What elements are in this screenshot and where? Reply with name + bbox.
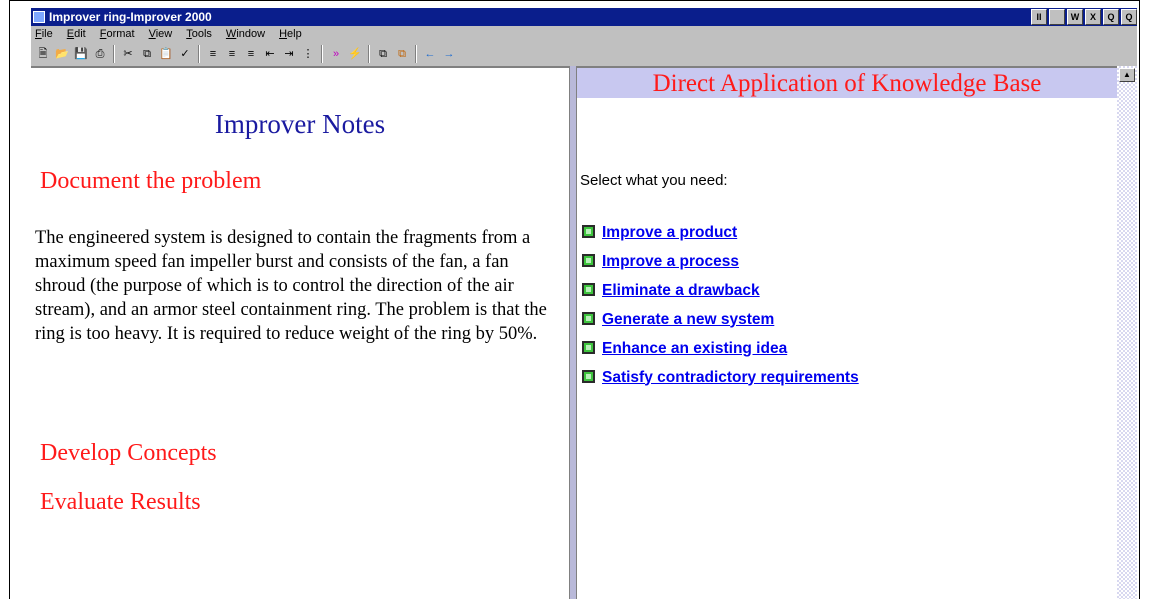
new-document-icon[interactable]: 🗎 [35,46,51,62]
lightning-icon[interactable]: ⚡ [347,46,363,62]
search-icon[interactable]: Q [1103,9,1119,25]
window-a-icon[interactable]: ⧉ [375,46,391,62]
menu-window[interactable]: Window [226,26,265,43]
menu-help[interactable]: Help [279,26,302,43]
word-icon[interactable]: W [1067,9,1083,25]
align-left-icon[interactable]: ≡ [205,46,221,62]
menu-file[interactable]: File [35,26,53,43]
toolbar-separator [198,45,200,63]
list-item: Satisfy contradictory requirements [582,363,859,392]
notes-title: Improver Notes [214,109,386,139]
list-item: Improve a product [582,218,859,247]
menu-edit[interactable]: Edit [67,26,86,43]
green-bullet-icon [582,312,595,325]
copy-icon[interactable]: ⧉ [139,46,155,62]
window-title: Improver ring-Improver 2000 [49,10,212,24]
align-center-icon[interactable]: ≡ [224,46,240,62]
link-eliminate-drawback[interactable]: Eliminate a drawback [602,282,760,300]
next-icon[interactable]: » [328,46,344,62]
section-document-problem: Document the problem [40,168,262,194]
window-b-icon[interactable]: ⧉ [394,46,410,62]
app-window: Improver ring-Improver 2000 II W X Q Q F… [31,8,1137,599]
paste-icon[interactable]: 📋 [158,46,174,62]
green-bullet-icon [582,341,595,354]
taskbar-icon-2[interactable] [1049,9,1065,25]
title-bar: Improver ring-Improver 2000 II W X Q Q [31,8,1137,26]
option-list: Improve a product Improve a process Elim… [582,218,859,392]
back-arrow-icon[interactable]: ← [422,46,438,62]
forward-arrow-icon[interactable]: → [441,46,457,62]
green-bullet-icon [582,225,595,238]
save-icon[interactable]: 💾 [73,46,89,62]
knowledge-title: Direct Application of Knowledge Base [652,70,1042,97]
link-enhance-idea[interactable]: Enhance an existing idea [602,340,787,358]
cut-icon[interactable]: ✂ [120,46,136,62]
toolbar: 🗎 📂 💾 ⎙ ✂ ⧉ 📋 ✓ ≡ ≡ ≡ ⇤ ⇥ ⋮ » ⚡ ⧉ ⧉ ← → [31,43,1137,65]
align-right-icon[interactable]: ≡ [243,46,259,62]
menu-format[interactable]: Format [100,26,135,43]
toolbar-separator [113,45,115,63]
excel-icon[interactable]: X [1085,9,1101,25]
list-item: Improve a process [582,247,859,276]
knowledge-banner: Direct Application of Knowledge Base [577,68,1117,98]
select-prompt: Select what you need: [580,172,728,189]
list-item: Generate a new system [582,305,859,334]
link-improve-product[interactable]: Improve a product [602,224,737,242]
vertical-scrollbar[interactable]: ▲ [1117,66,1137,599]
link-improve-process[interactable]: Improve a process [602,253,739,271]
toolbar-separator [321,45,323,63]
print-icon[interactable]: ⎙ [92,46,108,62]
app-icon [33,11,45,23]
list-item: Enhance an existing idea [582,334,859,363]
green-bullet-icon [582,283,595,296]
problem-description[interactable]: The engineered system is designed to con… [35,226,555,346]
section-evaluate-results: Evaluate Results [40,489,201,515]
menu-bar: File Edit Format View Tools Window Help [31,26,1137,43]
taskbar-icon-1[interactable]: II [1031,9,1047,25]
find-icon[interactable]: Q [1121,9,1137,25]
link-satisfy-contradictory[interactable]: Satisfy contradictory requirements [602,369,859,387]
outdent-icon[interactable]: ⇤ [262,46,278,62]
toolbar-separator [415,45,417,63]
green-bullet-icon [582,254,595,267]
scroll-up-arrow-icon[interactable]: ▲ [1119,68,1135,82]
pane-splitter[interactable] [569,66,577,599]
bullet-list-icon[interactable]: ⋮ [300,46,316,62]
section-develop-concepts: Develop Concepts [40,440,217,466]
indent-icon[interactable]: ⇥ [281,46,297,62]
knowledge-pane: Direct Application of Knowledge Base Sel… [577,66,1117,599]
list-item: Eliminate a drawback [582,276,859,305]
notes-pane[interactable]: Improver Notes Document the problem The … [31,66,569,599]
green-bullet-icon [582,370,595,383]
link-generate-system[interactable]: Generate a new system [602,311,774,329]
toolbar-separator [368,45,370,63]
spellcheck-icon[interactable]: ✓ [177,46,193,62]
menu-view[interactable]: View [149,26,173,43]
open-folder-icon[interactable]: 📂 [54,46,70,62]
menu-tools[interactable]: Tools [186,26,212,43]
